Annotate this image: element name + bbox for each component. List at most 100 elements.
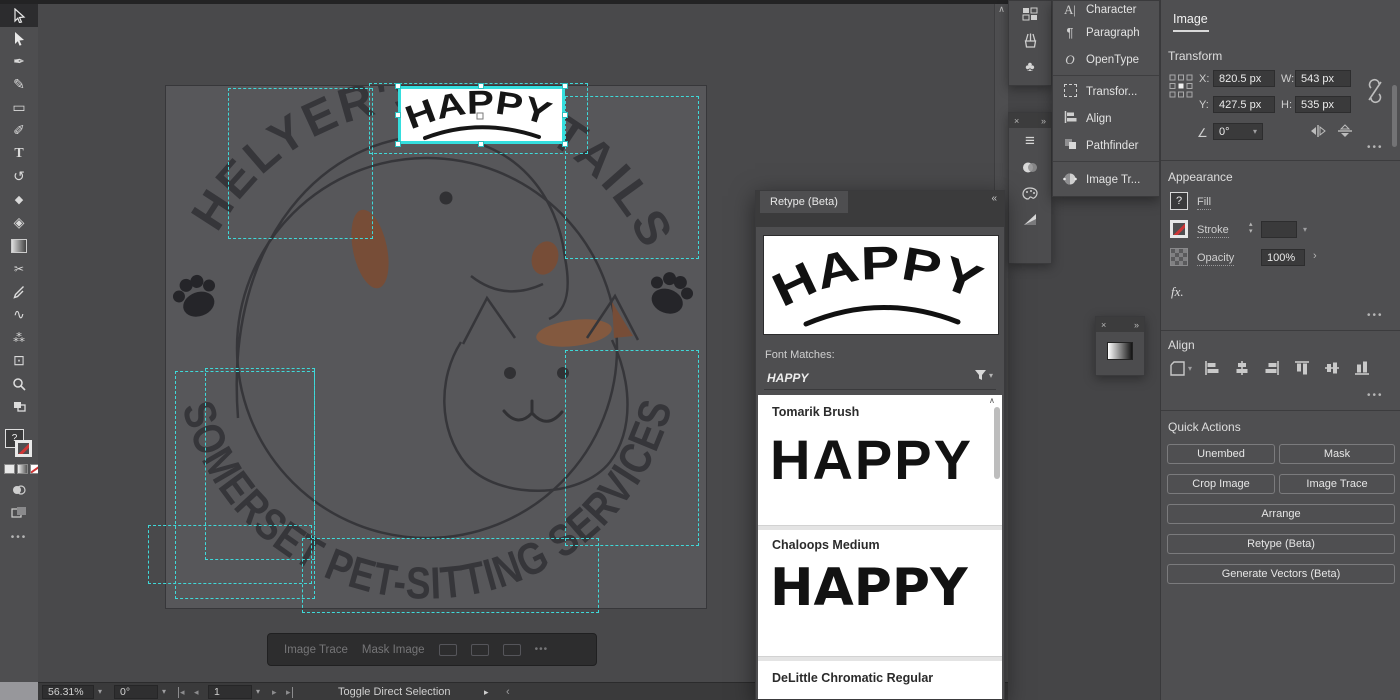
curvature-tool[interactable]: ✎: [0, 73, 38, 96]
rectangle-tool[interactable]: ▭: [0, 96, 38, 119]
font-match-row[interactable]: Chaloops Medium HAPPY: [758, 530, 1002, 656]
panel-item-image-trace[interactable]: Image Tr...: [1053, 164, 1159, 196]
stroke-weight-stepper[interactable]: ▴ ▾: [1249, 221, 1253, 235]
selection-handle[interactable]: [562, 112, 568, 118]
hint-back-icon[interactable]: ‹: [506, 686, 510, 698]
pencil-smooth-tool[interactable]: ∿: [0, 303, 38, 326]
symbols-panel-icon[interactable]: ♣: [1009, 53, 1051, 79]
panel-item-align[interactable]: Align: [1053, 105, 1159, 132]
prev-artboard-icon[interactable]: ◂: [194, 687, 199, 698]
properties-title-tab[interactable]: Image: [1173, 12, 1209, 32]
next-artboard-icon[interactable]: ▸: [272, 687, 277, 698]
eraser-tool[interactable]: ◆: [0, 188, 38, 211]
panel-item-transform[interactable]: Transfor...: [1053, 78, 1159, 105]
rotation-field[interactable]: 0°: [114, 685, 158, 699]
constrain-proportions-toggle[interactable]: [1365, 76, 1385, 111]
stroke-swatch[interactable]: [15, 440, 32, 457]
transform-more-options[interactable]: •••: [1367, 142, 1384, 153]
list-scroll-up-icon[interactable]: ∧: [989, 396, 995, 405]
gradient-tool[interactable]: [0, 234, 38, 257]
artboard-dropdown-icon[interactable]: ▾: [256, 687, 260, 696]
zoom-dropdown-icon[interactable]: ▾: [98, 687, 102, 696]
opacity-swatch[interactable]: [1170, 248, 1188, 266]
transparency-panel-icon[interactable]: [1009, 154, 1051, 180]
zoom-level-field[interactable]: 56.31%: [42, 685, 94, 699]
stroke-swatch[interactable]: [1170, 220, 1188, 238]
align-center-horizontal-button[interactable]: [1231, 360, 1253, 376]
taskbar-image-trace-button[interactable]: Image Trace: [284, 644, 348, 656]
gradient-swatch[interactable]: [17, 464, 28, 474]
last-artboard-icon[interactable]: ▸: [286, 687, 293, 698]
flip-vertical-button[interactable]: [1337, 124, 1353, 143]
swap-fill-stroke[interactable]: [0, 395, 38, 418]
direct-selection-tool[interactable]: [0, 27, 38, 50]
w-input[interactable]: 543 px: [1295, 70, 1351, 87]
unembed-button[interactable]: Unembed: [1167, 444, 1275, 464]
panel-item-character[interactable]: A| Character: [1053, 1, 1159, 19]
align-top-button[interactable]: [1291, 360, 1313, 376]
shape-builder-tool[interactable]: ◈: [0, 211, 38, 234]
artboard-number-field[interactable]: 1: [208, 685, 252, 699]
blend-tool[interactable]: [0, 478, 38, 501]
rotate-tool[interactable]: ↺: [0, 165, 38, 188]
scroll-up-arrow[interactable]: ∧: [998, 4, 1005, 14]
retype-tab[interactable]: Retype (Beta): [760, 191, 848, 213]
taskbar-icon-button[interactable]: [471, 644, 489, 656]
stepper-up-icon[interactable]: ▴: [1249, 221, 1253, 228]
color-panel-icon[interactable]: [1009, 180, 1051, 206]
align-center-vertical-button[interactable]: [1321, 360, 1343, 376]
panel-item-pathfinder[interactable]: Pathfinder: [1053, 132, 1159, 159]
close-icon[interactable]: ×: [1014, 116, 1019, 126]
selection-handle[interactable]: [562, 83, 568, 89]
y-input[interactable]: 427.5 px: [1213, 96, 1275, 113]
libraries-panel-icon[interactable]: [1009, 1, 1051, 27]
font-matches-list[interactable]: Tomarik Brush HAPPY Chaloops Medium HAPP…: [758, 395, 1002, 699]
zoom-tool[interactable]: [0, 372, 38, 395]
layers-panel-icon[interactable]: ≡: [1009, 128, 1051, 154]
align-bottom-button[interactable]: [1351, 360, 1373, 376]
font-match-row[interactable]: DeLittle Chromatic Regular: [758, 661, 1002, 699]
type-tool[interactable]: T: [0, 142, 38, 165]
x-input[interactable]: 820.5 px: [1213, 70, 1275, 87]
panel-item-paragraph[interactable]: ¶ Paragraph: [1053, 19, 1159, 46]
mask-button[interactable]: Mask: [1279, 444, 1395, 464]
paintbrush-tool[interactable]: ✐: [0, 119, 38, 142]
opacity-expand-icon[interactable]: ›: [1313, 250, 1317, 262]
selection-handle[interactable]: [395, 83, 401, 89]
effects-button[interactable]: fx.: [1171, 284, 1184, 300]
align-right-button[interactable]: [1261, 360, 1283, 376]
rotation-dropdown-icon[interactable]: ▾: [162, 687, 166, 696]
first-artboard-icon[interactable]: ◂: [178, 687, 185, 698]
expand-panels-icon[interactable]: »: [1134, 320, 1139, 330]
panel-item-opentype[interactable]: O OpenType: [1053, 46, 1159, 73]
reference-point-locator[interactable]: [1169, 74, 1193, 103]
crop-image-button[interactable]: Crop Image: [1167, 474, 1275, 494]
selection-handle[interactable]: [395, 112, 401, 118]
collapse-icon[interactable]: «: [991, 193, 997, 204]
eyedropper-tool[interactable]: [0, 280, 38, 303]
fill-swatch[interactable]: ?: [1170, 192, 1188, 210]
fill-label[interactable]: Fill: [1197, 196, 1211, 210]
selection-handle[interactable]: [562, 141, 568, 147]
expand-panels-icon[interactable]: »: [1041, 116, 1046, 126]
taskbar-mask-image-button[interactable]: Mask Image: [362, 644, 425, 656]
panel-scrollbar-thumb[interactable]: [1392, 85, 1397, 147]
selection-handle[interactable]: [478, 141, 484, 147]
color-swatch[interactable]: [4, 464, 15, 474]
symbol-sprayer-tool[interactable]: ⁂: [0, 326, 38, 349]
stepper-down-icon[interactable]: ▾: [1249, 228, 1253, 235]
hint-expand-icon[interactable]: ▸: [484, 687, 489, 698]
flip-horizontal-button[interactable]: [1309, 124, 1327, 143]
brushes-panel-icon[interactable]: [1009, 27, 1051, 53]
rotation-input[interactable]: 0° ▾: [1213, 123, 1263, 140]
taskbar-icon-button[interactable]: [439, 644, 457, 656]
filter-button[interactable]: ▾: [974, 369, 993, 381]
selected-happy-object[interactable]: HAPPY: [398, 86, 565, 144]
retype-beta-button[interactable]: Retype (Beta): [1167, 534, 1395, 554]
pen-tool[interactable]: ✒: [0, 50, 38, 73]
font-match-row[interactable]: Tomarik Brush HAPPY: [758, 395, 1002, 525]
selection-tool[interactable]: [0, 4, 38, 27]
taskbar-more-button[interactable]: •••: [535, 644, 549, 655]
draw-mode-control[interactable]: [0, 500, 38, 523]
opacity-label[interactable]: Opacity: [1197, 252, 1234, 266]
